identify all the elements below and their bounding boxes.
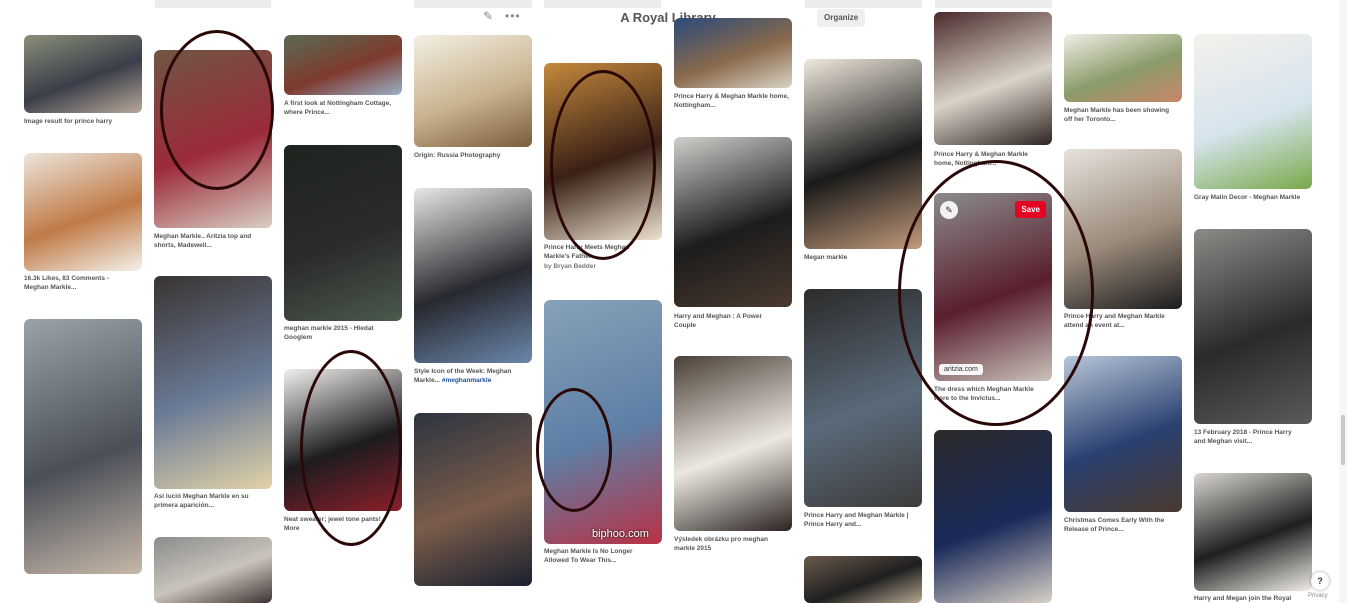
pin-caption: Prince Harry Meets Meghan Markle's Fathe… — [544, 244, 630, 260]
pin[interactable]: biphoo.com Meghan Markle Is No Longer Al… — [544, 300, 662, 570]
pin-image[interactable] — [1194, 473, 1312, 591]
save-button[interactable]: Save — [1015, 201, 1046, 218]
organize-button[interactable]: Organize — [817, 9, 866, 27]
pin-image[interactable]: biphoo.com — [544, 300, 662, 544]
pin-watermark: biphoo.com — [592, 528, 649, 540]
pin-caption: Megan markle — [804, 254, 848, 261]
pin-caption: Meghan Markle.. Aritzia top and shorts, … — [154, 233, 252, 249]
pin[interactable] — [934, 430, 1052, 603]
pin-caption: 13 February 2018 - Prince Harry and Megh… — [1194, 429, 1292, 445]
pin[interactable]: Meghan Markle.. Aritzia top and shorts, … — [154, 50, 272, 249]
pin-image[interactable] — [804, 556, 922, 603]
pin[interactable] — [804, 556, 922, 603]
pin[interactable]: Prince Harry & Meghan Markle home, Notti… — [674, 18, 792, 113]
pin-image[interactable] — [414, 413, 532, 586]
pin-image[interactable] — [1064, 149, 1182, 309]
pin-image[interactable]: ✎ Save aritzia.com — [934, 193, 1052, 381]
pin-image[interactable] — [284, 145, 402, 321]
pin-source: by Bryan Bedder — [544, 263, 597, 270]
pin-image[interactable] — [154, 537, 272, 603]
pin[interactable] — [154, 537, 272, 603]
hashtag-link[interactable]: #meghanmarkle — [442, 377, 492, 384]
pin-image[interactable] — [674, 356, 792, 531]
pin-image[interactable] — [1194, 229, 1312, 424]
ellipsis-icon[interactable]: ••• — [505, 9, 521, 23]
scrollbar-thumb[interactable] — [1341, 415, 1345, 465]
pin-image[interactable] — [544, 63, 662, 240]
pin-caption: Prince Harry & Meghan Markle home, Notti… — [674, 93, 789, 109]
pin[interactable]: Prince Harry and Meghan Markle attend an… — [1064, 149, 1182, 334]
pin-caption: Meghan Markle Is No Longer Allowed To We… — [544, 548, 633, 564]
header-strip — [935, 0, 1052, 8]
pin-caption: meghan markle 2015 - Hledat Googlem — [284, 325, 374, 341]
help-button[interactable]: ? — [1311, 572, 1329, 590]
pin[interactable] — [414, 413, 532, 586]
pin-caption: 16.3k Likes, 83 Comments - Meghan Markle… — [24, 275, 109, 291]
pin[interactable]: Prince Harry & Meghan Markle home, Notti… — [934, 12, 1052, 172]
pin[interactable]: meghan markle 2015 - Hledat Googlem — [284, 145, 402, 345]
pin-image[interactable] — [154, 50, 272, 228]
pencil-icon[interactable]: ✎ — [940, 201, 958, 219]
pin-image[interactable] — [284, 369, 402, 511]
pencil-icon[interactable]: ✎ — [483, 9, 493, 23]
pin-image[interactable] — [414, 35, 532, 147]
scrollbar-track — [1339, 0, 1347, 603]
pin-caption: Prince Harry & Meghan Markle home, Notti… — [934, 151, 1028, 167]
pin[interactable]: Image result for prince harry — [24, 35, 142, 130]
pin[interactable]: Meghan Markle has been showing off her T… — [1064, 34, 1182, 129]
pin[interactable]: 16.3k Likes, 83 Comments - Meghan Markle… — [24, 153, 142, 293]
header-strip — [805, 0, 922, 8]
pin-image[interactable] — [934, 430, 1052, 603]
pin-caption: Gray Malin Decor - Meghan Markle — [1194, 194, 1301, 201]
pin-image[interactable] — [414, 188, 532, 363]
pin[interactable]: Harry and Megan join the Royal — [1194, 473, 1312, 603]
pin-image[interactable] — [1064, 356, 1182, 512]
pin[interactable]: Harry and Meghan : A Power Couple — [674, 137, 792, 332]
pin-caption: Origin: Russia Photography — [414, 152, 501, 159]
header-strip — [155, 0, 271, 8]
pin[interactable]: Style Icon of the Week: Meghan Markle...… — [414, 188, 532, 388]
pin-image[interactable] — [804, 59, 922, 249]
pin-caption: Meghan Markle has been showing off her T… — [1064, 107, 1170, 123]
pin[interactable]: Výsledek obrázku pro meghan markle 2015 — [674, 356, 792, 556]
pin-caption: Style Icon of the Week: Meghan Markle...… — [414, 368, 532, 385]
pin-caption: Christmas Comes Early With the Release o… — [1064, 517, 1165, 533]
pin-image[interactable] — [674, 137, 792, 307]
source-link[interactable]: aritzia.com — [939, 364, 983, 375]
pin[interactable]: Prince Harry Meets Meghan Markle's Fathe… — [544, 63, 662, 278]
pin-caption: Prince Harry and Meghan Markle attend an… — [1064, 313, 1165, 329]
pin-caption: Prince Harry and Meghan Markle | Prince … — [804, 512, 909, 528]
pin-caption: Image result for prince harry — [24, 118, 113, 125]
pin[interactable]: Gray Malin Decor - Meghan Markle — [1194, 34, 1312, 209]
pin-image[interactable] — [934, 12, 1052, 145]
pin[interactable]: Origin: Russia Photography — [414, 35, 532, 165]
pin-image[interactable] — [1194, 34, 1312, 189]
pin-caption: The dress which Meghan Markle wore to th… — [934, 386, 1034, 402]
pin[interactable]: ✎ Save aritzia.com The dress which Megha… — [934, 193, 1052, 408]
pin[interactable]: Neat sweater; jewel tone pants! More — [284, 369, 402, 539]
pin-caption: Výsledek obrázku pro meghan markle 2015 — [674, 536, 768, 552]
pin-caption: Harry and Meghan : A Power Couple — [674, 313, 763, 329]
pin[interactable]: Christmas Comes Early With the Release o… — [1064, 356, 1182, 536]
pin-image[interactable] — [1064, 34, 1182, 102]
pin[interactable]: Megan markle — [804, 59, 922, 264]
pin-image[interactable] — [674, 18, 792, 88]
pin[interactable]: Prince Harry and Meghan Markle | Prince … — [804, 289, 922, 529]
privacy-link[interactable]: Privacy — [1308, 593, 1328, 599]
pin-caption: Neat sweater; jewel tone pants! More — [284, 516, 381, 532]
pin-caption: Así lució Meghan Markle en su primera ap… — [154, 493, 249, 509]
pin-image[interactable] — [24, 319, 142, 574]
pin-image[interactable] — [804, 289, 922, 507]
pin[interactable] — [24, 319, 142, 574]
pin-caption: A first look at Nottingham Cottage, wher… — [284, 100, 392, 116]
pin[interactable]: Así lució Meghan Markle en su primera ap… — [154, 276, 272, 511]
pin-image[interactable] — [24, 35, 142, 113]
pin[interactable]: A first look at Nottingham Cottage, wher… — [284, 35, 402, 120]
pin-image[interactable] — [154, 276, 272, 489]
pin[interactable]: 13 February 2018 - Prince Harry and Megh… — [1194, 229, 1312, 454]
header-strip — [414, 0, 532, 8]
pin-image[interactable] — [284, 35, 402, 95]
pin-image[interactable] — [24, 153, 142, 271]
pin-caption: Harry and Megan join the Royal — [1194, 595, 1292, 602]
